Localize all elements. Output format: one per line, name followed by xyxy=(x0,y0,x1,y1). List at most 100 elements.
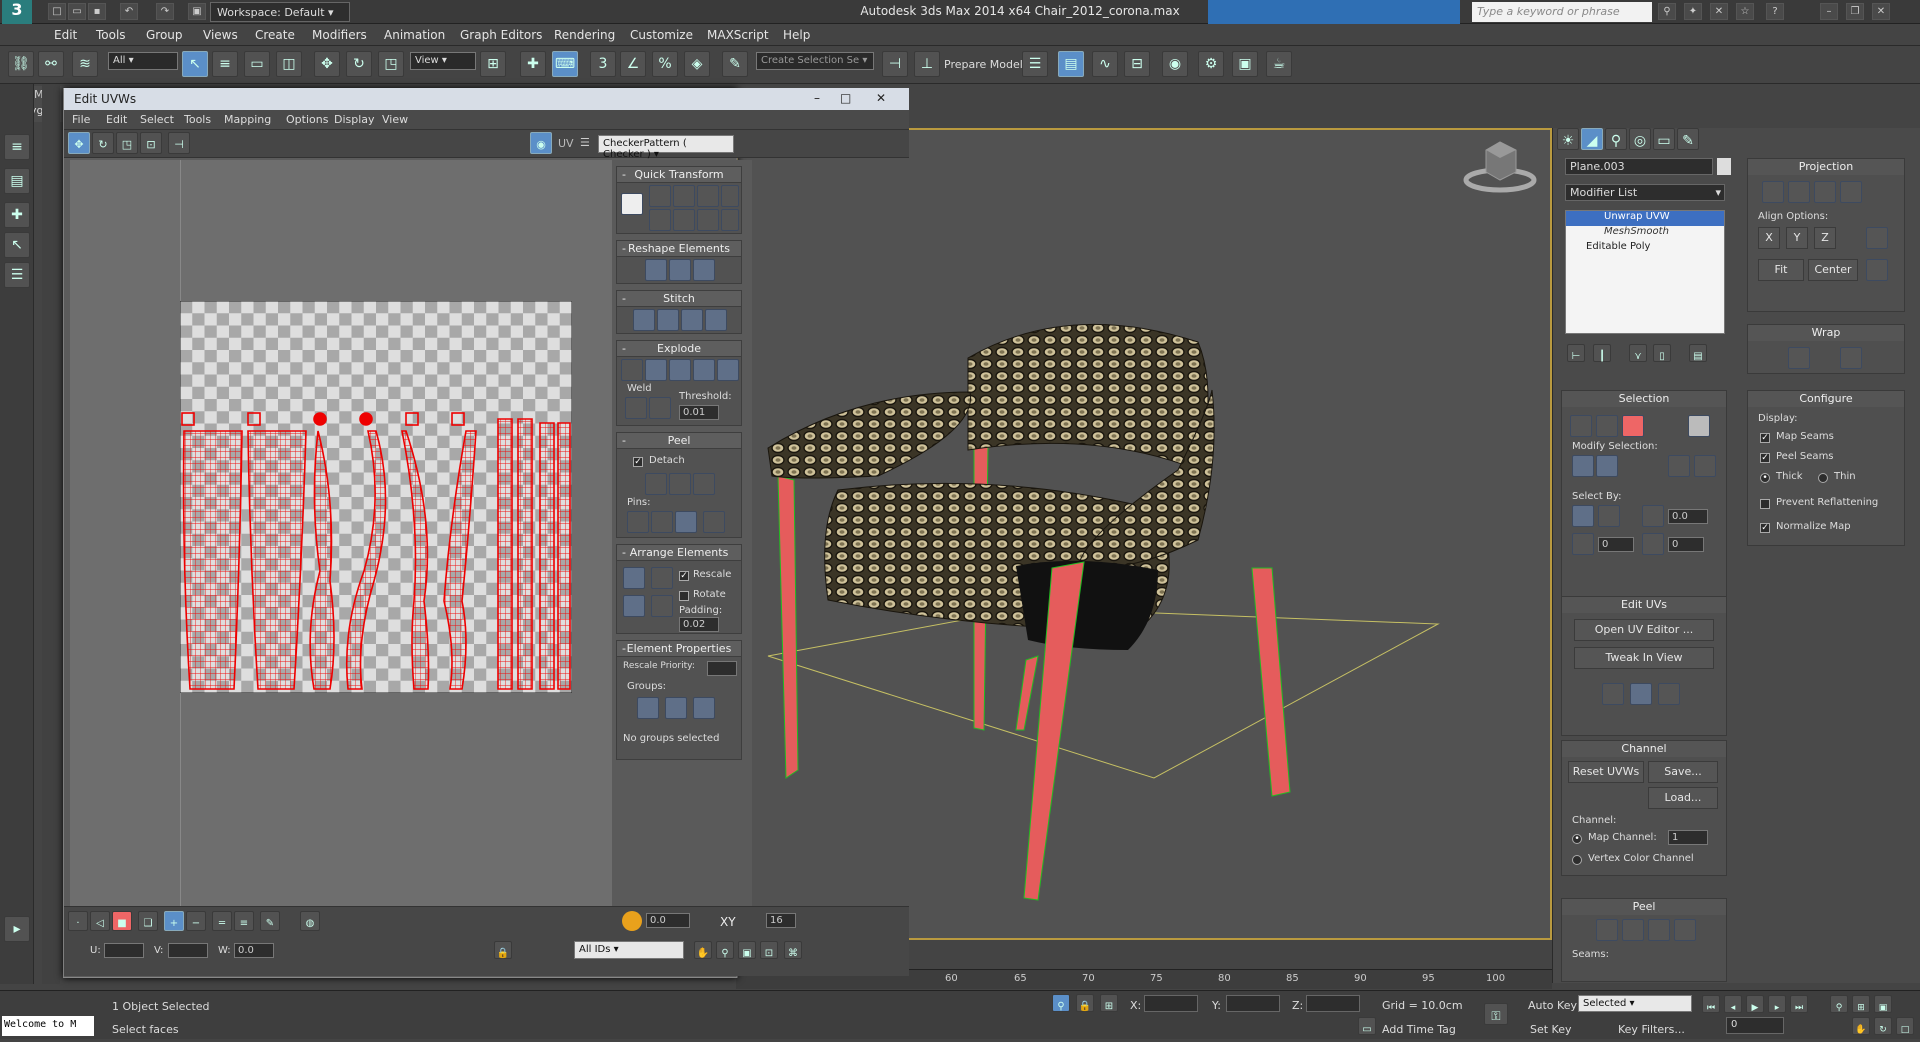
align-vertical-icon[interactable] xyxy=(673,209,695,231)
face-mode-icon[interactable] xyxy=(1622,415,1644,437)
uv-menu-options[interactable]: Options xyxy=(286,113,328,126)
uv-menu-file[interactable]: File xyxy=(72,113,90,126)
selection-header[interactable]: Selection xyxy=(1562,391,1726,407)
element-properties-header[interactable]: Element Properties xyxy=(617,641,741,657)
pivot-set-icon[interactable] xyxy=(621,193,643,215)
motion-tab-icon[interactable]: ◎ xyxy=(1629,128,1651,150)
pack-together-icon[interactable] xyxy=(651,567,673,589)
select-by-spinner-a[interactable]: 0 xyxy=(1598,537,1634,552)
rectangular-selection-icon[interactable]: ▭ xyxy=(244,51,270,77)
straighten-icon[interactable] xyxy=(645,259,667,281)
uv-scale-icon[interactable]: ◳ xyxy=(116,132,138,154)
weld-selected-icon[interactable] xyxy=(625,397,647,419)
group-add-icon[interactable] xyxy=(665,697,687,719)
app-logo[interactable]: 3 xyxy=(2,0,32,24)
ring-selection-icon[interactable] xyxy=(1668,455,1690,477)
wrap-header[interactable]: Wrap xyxy=(1748,325,1904,341)
menu-animation[interactable]: Animation xyxy=(384,28,445,42)
detach-checkbox[interactable]: ✓ xyxy=(633,457,643,467)
snaps-toggle-icon[interactable]: 3 xyxy=(590,51,616,77)
uv-minimize-icon[interactable]: – xyxy=(814,91,820,105)
pack-settings-icon[interactable] xyxy=(651,595,673,617)
named-selection-dropdown[interactable]: Create Selection Se ▾ xyxy=(756,52,874,70)
thick-radio[interactable]: • xyxy=(1760,473,1770,483)
remove-modifier-icon[interactable]: ▯ xyxy=(1653,344,1671,362)
spherical-projection-icon[interactable] xyxy=(1814,181,1836,203)
menu-group[interactable]: Group xyxy=(146,28,183,42)
object-color-swatch[interactable] xyxy=(1717,158,1731,175)
absolute-mode-icon[interactable]: ⊞ xyxy=(1100,994,1118,1012)
stack-item-unwrap-uvw[interactable]: Unwrap UVW xyxy=(1566,211,1724,226)
align-to-u-icon[interactable] xyxy=(649,185,671,207)
prevent-reflattening-checkbox[interactable] xyxy=(1760,499,1770,509)
set-key-button[interactable]: Set Key xyxy=(1530,1023,1572,1036)
select-by-sphere-icon[interactable] xyxy=(1572,533,1594,555)
binoculars-icon[interactable]: ⚲ xyxy=(1658,3,1676,20)
key-filters-button[interactable]: Key Filters... xyxy=(1618,1023,1685,1036)
close-window-icon[interactable]: ✕ xyxy=(1872,3,1890,20)
stack-item-editable-poly[interactable]: Editable Poly xyxy=(1566,241,1724,256)
map-channel-radio[interactable]: • xyxy=(1572,834,1582,844)
uv-face-mode-icon[interactable]: ■ xyxy=(112,911,132,931)
move-icon[interactable]: ✥ xyxy=(314,51,340,77)
show-end-result-icon[interactable]: ┃ xyxy=(1593,344,1611,362)
open-uv-editor-button[interactable]: Open UV Editor ... xyxy=(1574,619,1714,641)
auto-key-button[interactable]: Auto Key xyxy=(1528,999,1577,1012)
relax-icon[interactable] xyxy=(669,259,691,281)
ids-dropdown[interactable]: All IDs ▾ xyxy=(574,941,684,959)
align-icon[interactable]: ⊥ xyxy=(914,51,940,77)
uv-maximize-icon[interactable]: □ xyxy=(840,91,851,105)
u-spinner[interactable] xyxy=(104,943,144,958)
viewcube-icon[interactable] xyxy=(1460,136,1540,196)
pack-normalize-icon[interactable] xyxy=(623,595,645,617)
pan-icon[interactable]: ✋ xyxy=(694,941,712,959)
layers-stack-icon[interactable]: ☰ xyxy=(4,262,30,288)
rotate-icon[interactable]: ↻ xyxy=(346,51,372,77)
maxscript-listener[interactable]: Welcome to M xyxy=(2,1016,94,1036)
stitch-average-icon[interactable] xyxy=(681,309,703,331)
play-icon[interactable]: ▶ xyxy=(1746,995,1764,1013)
uv-edge-mode-icon[interactable]: ◁ xyxy=(90,911,110,931)
best-align-icon[interactable] xyxy=(1866,227,1888,249)
link-icon[interactable]: ⛓ xyxy=(8,51,34,77)
manipulate-icon[interactable]: ✚ xyxy=(520,51,546,77)
lock-icon[interactable]: 🔒 xyxy=(494,941,512,959)
project-folder-icon[interactable]: ▣ xyxy=(188,3,206,20)
save-icon[interactable]: ▪ xyxy=(88,3,106,20)
configure-header[interactable]: Configure xyxy=(1748,391,1904,407)
thin-radio[interactable] xyxy=(1818,473,1828,483)
uv-shrink-icon[interactable]: − xyxy=(186,911,206,931)
layers-icon[interactable]: ▤ xyxy=(4,168,30,194)
open-icon[interactable]: ▭ xyxy=(68,3,86,20)
normalize-map-checkbox[interactable]: ✓ xyxy=(1760,523,1770,533)
search-input[interactable]: Type a keyword or phrase xyxy=(1472,2,1652,22)
loop-selection-icon[interactable] xyxy=(1694,455,1716,477)
uv-menu-display[interactable]: Display xyxy=(334,113,375,126)
y-coordinate-field[interactable] xyxy=(1226,995,1280,1012)
edit-uvs-header[interactable]: Edit UVs xyxy=(1562,597,1726,613)
select-by-spinner-b[interactable]: 0 xyxy=(1668,537,1704,552)
add-time-tag[interactable]: Add Time Tag xyxy=(1382,1023,1456,1036)
key-mode-dropdown[interactable]: Selected ▾ xyxy=(1578,995,1692,1012)
object-name-field[interactable]: Plane.003 xyxy=(1565,158,1713,175)
load-uvs-button[interactable]: Load... xyxy=(1648,787,1718,809)
uv-menu-edit[interactable]: Edit xyxy=(106,113,127,126)
x-coordinate-field[interactable] xyxy=(1144,995,1198,1012)
select-by-edge-icon[interactable] xyxy=(1598,505,1620,527)
weld-target-icon[interactable] xyxy=(649,397,671,419)
selection-lock-icon[interactable]: 🔒 xyxy=(1076,994,1094,1012)
spinner-snap-icon[interactable]: ◈ xyxy=(684,51,710,77)
time-tag-icon[interactable]: ▭ xyxy=(1358,1017,1376,1035)
rendered-frame-icon[interactable]: ▣ xyxy=(1232,51,1258,77)
schematic-view-icon[interactable]: ⊟ xyxy=(1124,51,1150,77)
falloff-indicator-icon[interactable] xyxy=(622,911,642,931)
mirror-icon[interactable]: ⊣ xyxy=(882,51,908,77)
modifier-list-dropdown[interactable]: Modifier List ▾ xyxy=(1565,184,1725,201)
stitch-header[interactable]: Stitch xyxy=(617,291,741,307)
stitch-target-icon[interactable] xyxy=(705,309,727,331)
uv-menu-tools[interactable]: Tools xyxy=(184,113,211,126)
select-by-angle-spinner[interactable]: 0.0 xyxy=(1668,509,1708,524)
uv-element-mode-icon[interactable]: ❑ xyxy=(138,911,158,931)
workspace-dropdown[interactable]: Workspace: Default ▾ xyxy=(210,2,350,22)
space-vertical-icon[interactable] xyxy=(721,209,739,231)
